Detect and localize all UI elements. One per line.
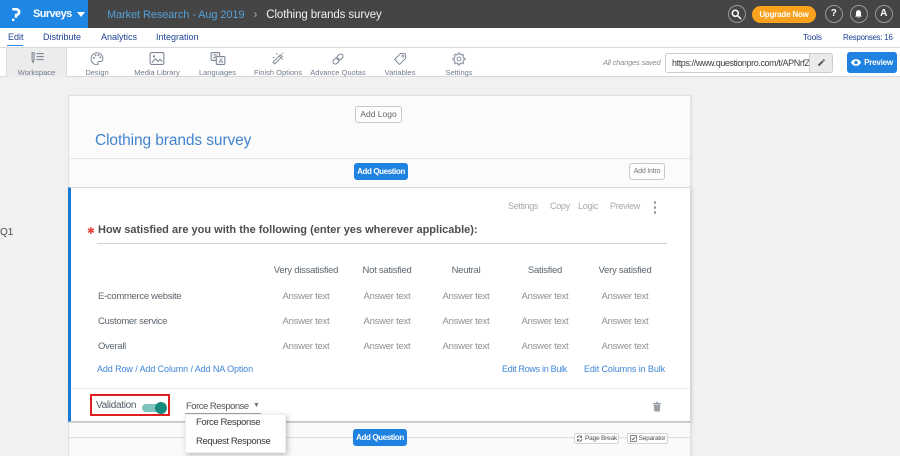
svg-text:A: A [218, 58, 223, 65]
